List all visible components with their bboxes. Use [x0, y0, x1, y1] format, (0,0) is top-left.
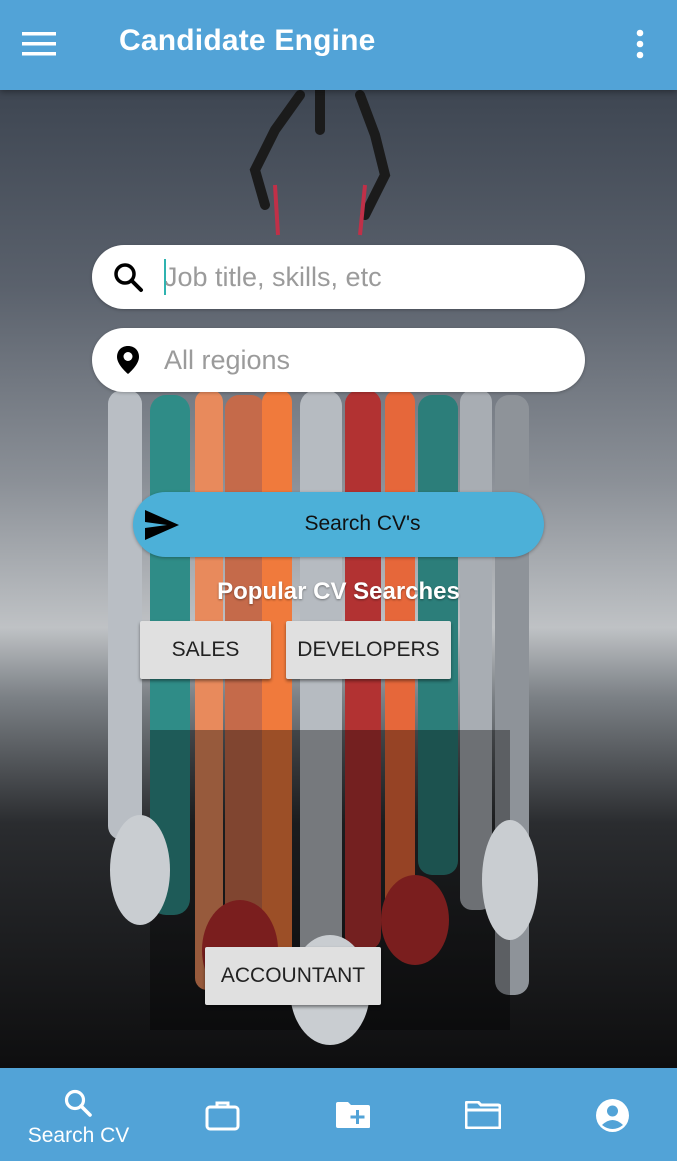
- search-cvs-button[interactable]: Search CV's: [133, 492, 544, 557]
- folder-add-icon: [336, 1102, 370, 1128]
- text-cursor: [164, 259, 166, 295]
- popular-searches-heading: Popular CV Searches: [217, 578, 460, 605]
- search-icon: [114, 263, 143, 292]
- nav-search-cv-label: Search CV: [27, 1124, 130, 1147]
- nav-account[interactable]: [573, 1068, 653, 1161]
- app-bar: Candidate Engine: [0, 0, 677, 90]
- region-field[interactable]: [92, 328, 585, 392]
- search-cvs-label: Search CV's: [304, 512, 421, 535]
- chip-accountant[interactable]: ACCOUNTANT: [205, 947, 381, 1005]
- search-icon: [64, 1089, 92, 1117]
- nav-jobs[interactable]: [183, 1068, 263, 1161]
- region-input[interactable]: [164, 338, 564, 382]
- nav-add-folder[interactable]: [313, 1068, 393, 1161]
- bottom-navigation: Search CV: [0, 1068, 677, 1161]
- location-pin-icon: [117, 346, 139, 374]
- nav-folder[interactable]: [443, 1068, 523, 1161]
- nav-search-cv[interactable]: Search CV: [0, 1068, 157, 1161]
- app-title: Candidate Engine: [119, 24, 376, 57]
- account-circle-icon: [596, 1099, 629, 1132]
- chip-sales[interactable]: SALES: [140, 621, 271, 679]
- more-vert-icon[interactable]: [628, 28, 652, 62]
- keyword-search-input[interactable]: [164, 255, 564, 299]
- folder-icon: [465, 1101, 501, 1129]
- chip-developers[interactable]: DEVELOPERS: [286, 621, 451, 679]
- briefcase-icon: [205, 1101, 240, 1131]
- hamburger-menu-icon[interactable]: [22, 30, 56, 58]
